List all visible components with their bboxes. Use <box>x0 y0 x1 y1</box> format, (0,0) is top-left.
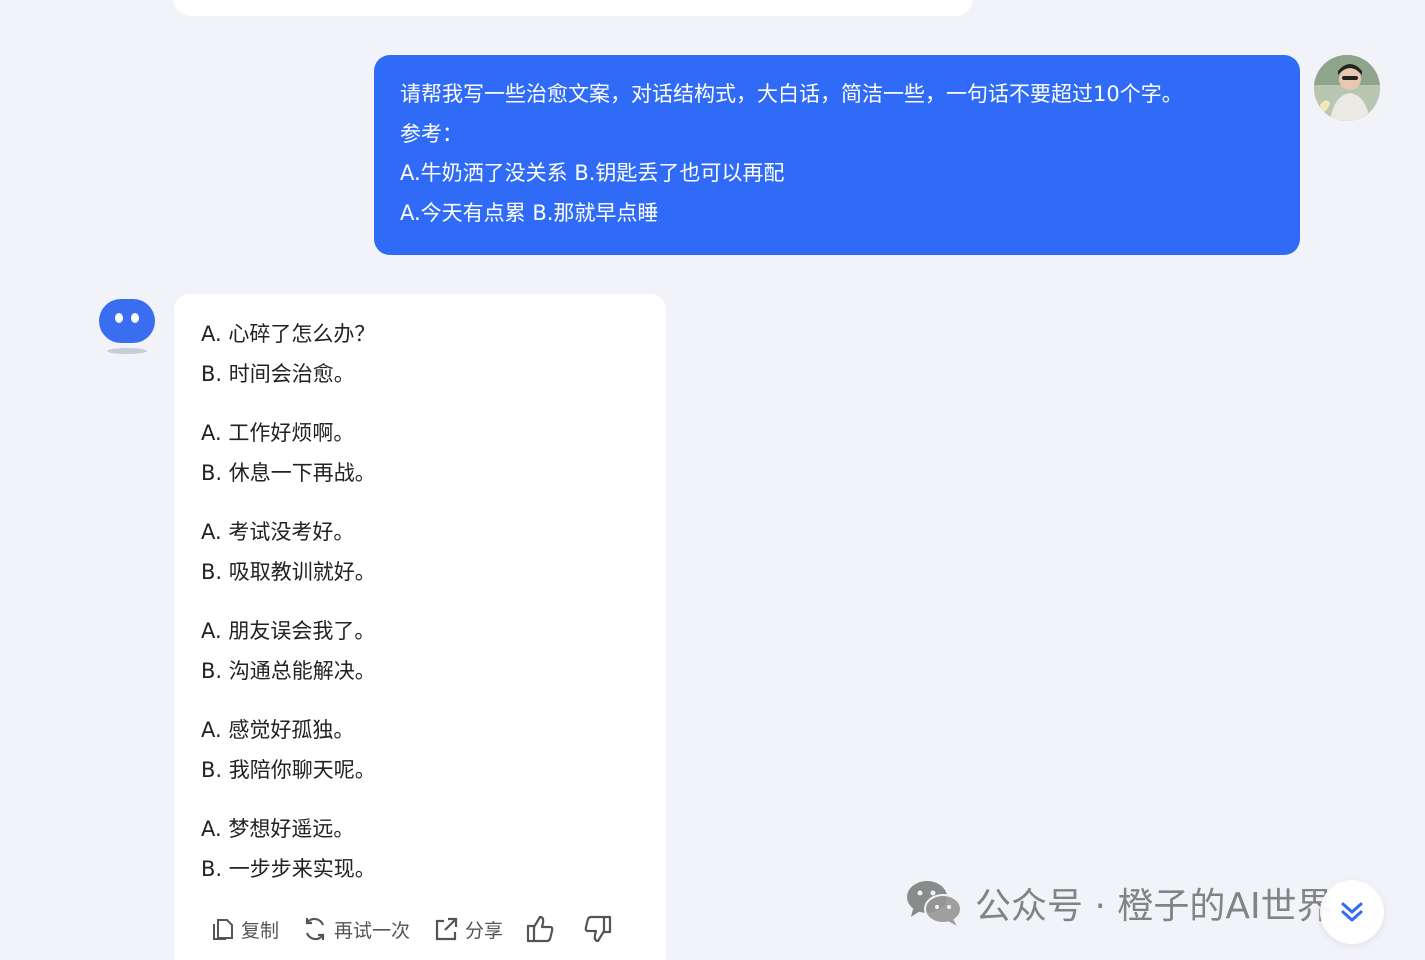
dialogue-pair: A. 梦想好遥远。 B. 一步步来实现。 <box>201 810 639 889</box>
assistant-avatar <box>97 297 157 357</box>
dialogue-line-b: B. 我陪你聊天呢。 <box>201 757 376 782</box>
share-label: 分享 <box>465 919 504 942</box>
copy-button[interactable]: 复制 <box>210 916 279 943</box>
like-button[interactable] <box>525 913 557 945</box>
retry-button[interactable]: 再试一次 <box>301 915 410 943</box>
user-message-line: A.牛奶洒了没关系 B.钥匙丢了也可以再配 <box>400 161 785 185</box>
dialogue-line-a: A. 朋友误会我了。 <box>201 619 376 643</box>
dialogue-line-b: B. 一步步来实现。 <box>201 856 376 881</box>
assistant-message-bubble: A. 心碎了怎么办？ B. 时间会治愈。 A. 工作好烦啊。 B. 休息一下再战… <box>174 294 666 960</box>
dialogue-pair: A. 工作好烦啊。 B. 休息一下再战。 <box>201 414 639 493</box>
refresh-icon <box>305 917 325 941</box>
message-action-bar: 复制 再试一次 分享 <box>210 908 637 950</box>
user-message-bubble: 请帮我写一些治愈文案，对话结构式，大白话，简洁一些，一句话不要超过10个字。 参… <box>374 55 1300 255</box>
previous-message-bubble <box>173 0 973 16</box>
dialogue-line-a: A. 工作好烦啊。 <box>201 421 355 445</box>
dialogue-pair: A. 感觉好孤独。 B. 我陪你聊天呢。 <box>201 711 639 790</box>
dislike-button[interactable] <box>581 913 613 945</box>
dialogue-line-a: A. 感觉好孤独。 <box>201 718 355 742</box>
dialogue-pair: A. 考试没考好。 B. 吸取教训就好。 <box>201 513 639 592</box>
share-button[interactable]: 分享 <box>432 915 503 943</box>
dialogue-pair: A. 朋友误会我了。 B. 沟通总能解决。 <box>201 612 639 691</box>
dialogue-line-b: B. 休息一下再战。 <box>201 460 376 485</box>
scroll-to-bottom-button[interactable] <box>1320 880 1384 944</box>
user-message-line: A.今天有点累 B.那就早点睡 <box>400 200 659 225</box>
copy-label: 复制 <box>241 919 280 942</box>
chat-page: 请帮我写一些治愈文案，对话结构式，大白话，简洁一些，一句话不要超过10个字。 参… <box>0 0 1425 960</box>
dialogue-line-b: B. 时间会治愈。 <box>201 361 355 386</box>
watermark: 公众号 · 橙子的AI世界 <box>905 875 1333 931</box>
dialogue-line-b: B. 吸取教训就好。 <box>201 559 376 584</box>
watermark-text: 公众号 · 橙子的AI世界 <box>975 886 1333 927</box>
user-message-line: 参考： <box>400 121 463 146</box>
retry-label: 再试一次 <box>334 919 411 942</box>
dialogue-pair: A. 心碎了怎么办？ B. 时间会治愈。 <box>201 315 639 394</box>
dialogue-line-b: B. 沟通总能解决。 <box>201 658 376 683</box>
thumbs-down-icon <box>584 915 612 943</box>
thumbs-up-icon <box>526 915 554 943</box>
double-chevron-down-icon <box>1341 902 1363 922</box>
wechat-icon <box>907 881 962 926</box>
copy-icon <box>213 919 233 940</box>
share-icon <box>435 917 458 941</box>
user-message-line: 请帮我写一些治愈文案，对话结构式，大白话，简洁一些，一句话不要超过10个字。 <box>400 82 1183 106</box>
dialogue-line-a: A. 心碎了怎么办？ <box>201 322 376 346</box>
dialogue-line-a: A. 考试没考好。 <box>201 520 355 544</box>
user-avatar[interactable] <box>1314 55 1380 121</box>
dialogue-line-a: A. 梦想好遥远。 <box>201 817 355 841</box>
